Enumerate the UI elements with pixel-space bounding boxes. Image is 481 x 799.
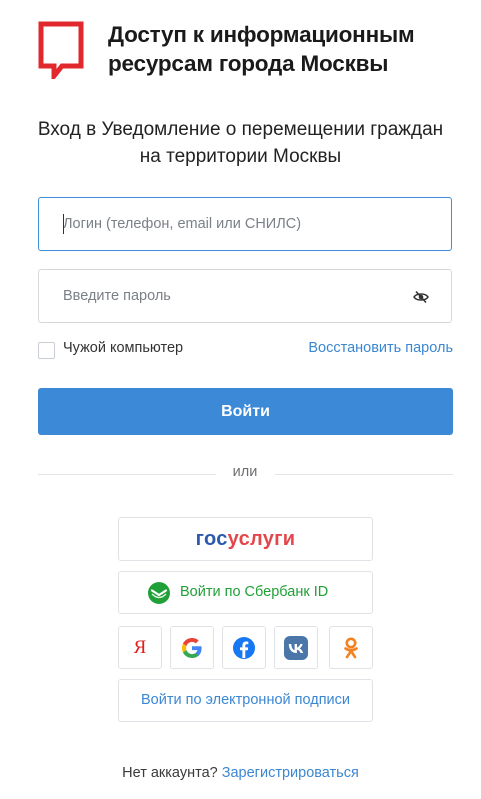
password-field[interactable] <box>38 269 452 323</box>
facebook-button[interactable] <box>222 626 266 669</box>
vk-icon <box>284 636 308 660</box>
google-button[interactable] <box>170 626 214 669</box>
odnoklassniki-icon <box>344 637 358 659</box>
divider-line-right <box>275 474 453 475</box>
header-title: Доступ к информационным ресурсам города … <box>108 22 415 76</box>
foreign-computer-checkbox[interactable] <box>38 342 55 359</box>
digital-signature-button[interactable]: Войти по электронной подписи <box>118 679 373 722</box>
sber-id-label: Войти по Сбербанк ID <box>180 584 329 600</box>
register-link[interactable]: Зарегистрироваться <box>222 765 359 781</box>
google-icon <box>182 638 202 658</box>
login-input[interactable] <box>63 198 403 250</box>
vk-button[interactable] <box>274 626 318 669</box>
text-caret <box>63 214 64 234</box>
no-account-text: Нет аккаунта? <box>122 765 218 781</box>
divider-line-left <box>38 474 216 475</box>
footer: Нет аккаунта? Зарегистрироваться <box>0 765 481 781</box>
login-button[interactable]: Войти <box>38 388 453 435</box>
digital-signature-label: Войти по электронной подписи <box>141 692 350 708</box>
gosuslugi-logo: госуслуги <box>195 528 296 550</box>
login-field[interactable] <box>38 197 452 251</box>
password-input[interactable] <box>63 270 403 322</box>
foreign-computer-label[interactable]: Чужой компьютер <box>63 340 183 356</box>
odnoklassniki-button[interactable] <box>329 626 373 669</box>
page-subtitle: Вход в Уведомление о перемещении граждан… <box>37 119 444 167</box>
eye-hidden-icon[interactable] <box>413 290 429 304</box>
sber-icon <box>148 582 170 604</box>
yandex-icon: Я <box>133 637 147 658</box>
restore-password-link[interactable]: Восстановить пароль <box>308 340 453 356</box>
facebook-icon <box>233 637 255 659</box>
divider-or: или <box>232 464 258 480</box>
moscow-logo-icon <box>38 21 84 79</box>
yandex-button[interactable]: Я <box>118 626 162 669</box>
sber-id-button[interactable]: Войти по Сбербанк ID <box>118 571 373 614</box>
gosuslugi-button[interactable]: госуслуги <box>118 517 373 561</box>
